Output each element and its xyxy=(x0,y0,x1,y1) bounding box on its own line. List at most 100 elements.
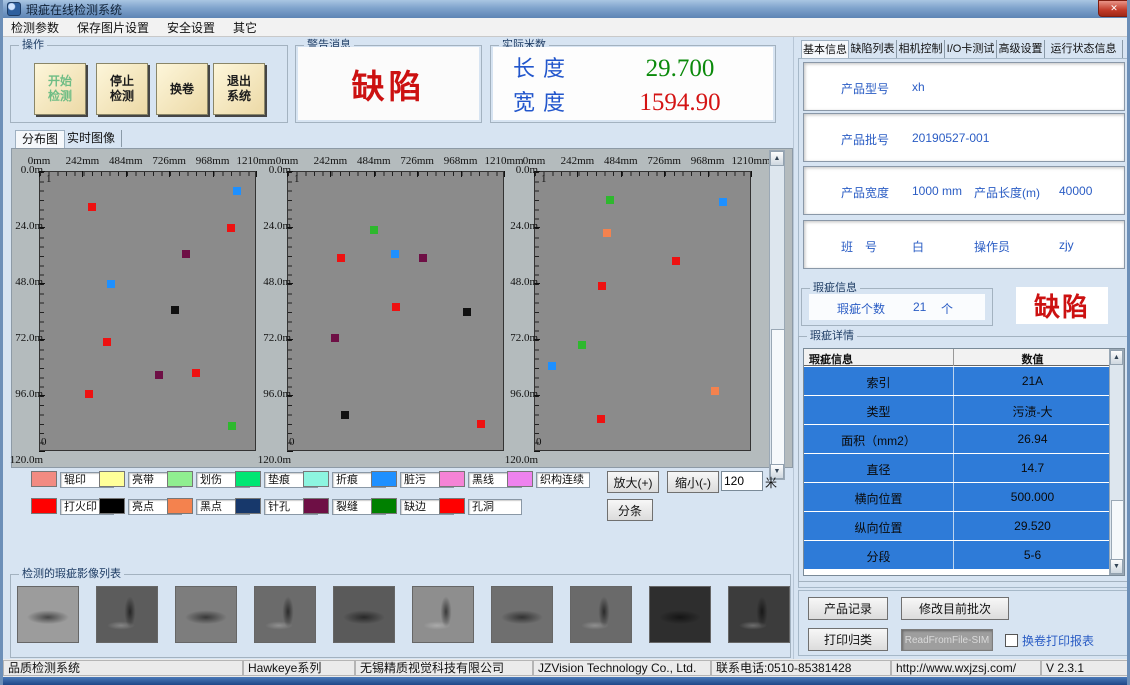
y-tick-label: 96.0m xyxy=(251,388,291,400)
y-major-tick xyxy=(287,283,293,284)
product-record-button[interactable]: 产品记录 xyxy=(808,597,888,620)
plot-corner-label-bottom: 0 xyxy=(41,436,47,448)
reprint-checkbox[interactable] xyxy=(1005,634,1018,647)
defect-thumbnail-6[interactable] xyxy=(491,586,553,643)
y-tick-label: 24.0m xyxy=(498,220,538,232)
defect-thumbnail-2[interactable] xyxy=(175,586,237,643)
status-bar: 品质检测系统Hawkeye系列无锡精质视觉科技有限公司JZVision Tech… xyxy=(3,659,1130,677)
defect-thumbnail-7[interactable] xyxy=(570,586,632,643)
defect-point xyxy=(227,224,235,232)
plot-scrollbar[interactable]: ▲ ▼ xyxy=(769,150,785,480)
title-bar[interactable]: 瑕疵在线检测系统 ✕ xyxy=(3,0,1130,18)
right-tab-4[interactable]: 高级设置 xyxy=(997,40,1045,58)
x-major-tick xyxy=(461,171,462,177)
op-button-0[interactable]: 开始 检测 xyxy=(34,63,86,115)
x-major-tick xyxy=(169,171,170,177)
defect-thumbnail-5[interactable] xyxy=(412,586,474,643)
table-row[interactable]: 面积（mm2）26.94 xyxy=(804,425,1111,453)
detail-row-label: 直径 xyxy=(804,461,953,478)
warning-text: 缺陷 xyxy=(352,60,426,108)
y-tick-label: 0.0m xyxy=(3,164,43,176)
op-button-3[interactable]: 退出 系统 xyxy=(213,63,265,115)
table-scrollbar[interactable]: ▲ ▼ xyxy=(1109,349,1124,575)
plot-corner-label-bottom: 0 xyxy=(536,436,542,448)
y-major-tick xyxy=(39,171,45,172)
defect-thumbnail-1[interactable] xyxy=(96,586,158,643)
menu-item-3[interactable]: 其它 xyxy=(233,19,257,36)
info-label: 操作员 xyxy=(974,238,1010,255)
table-row[interactable]: 横向位置500.000 xyxy=(804,483,1111,511)
distribution-plot-area: 100mm242mm484mm726mm968mm1210mm0.0m24.0m… xyxy=(11,148,793,468)
table-row[interactable]: 分段5-6 xyxy=(804,541,1111,569)
scatter-plot-3[interactable] xyxy=(534,171,751,451)
defect-point xyxy=(228,422,236,430)
table-row[interactable]: 索引21A xyxy=(804,367,1111,395)
table-row[interactable]: 纵向位置29.520 xyxy=(804,512,1111,540)
defect-point xyxy=(155,371,163,379)
table-row[interactable]: 直径14.7 xyxy=(804,454,1111,482)
menu-item-2[interactable]: 安全设置 xyxy=(167,19,215,36)
plot-scroll-up-icon[interactable]: ▲ xyxy=(770,151,784,166)
scatter-plot-2[interactable] xyxy=(287,171,504,451)
op-button-2[interactable]: 换卷 xyxy=(156,63,208,115)
operation-group: 操作 开始 检测停止 检测换卷退出 系统 xyxy=(10,45,288,123)
plot-scrollbar-thumb[interactable] xyxy=(771,329,785,465)
zoom-out-button[interactable]: 缩小(-) xyxy=(667,471,719,493)
plot-corner-label-bottom: 0 xyxy=(289,436,295,448)
defect-thumbnail-9[interactable] xyxy=(728,586,790,643)
table-row[interactable]: 类型污渍-大 xyxy=(804,396,1111,424)
defect-detail-group-label: 瑕疵详情 xyxy=(807,329,857,343)
right-tab-2[interactable]: 相机控制 xyxy=(897,40,945,58)
y-major-tick xyxy=(39,451,45,452)
length-value: 29.700 xyxy=(605,55,755,83)
defect-point xyxy=(548,362,556,370)
split-button[interactable]: 分条 xyxy=(607,499,653,521)
detail-row-label: 索引 xyxy=(804,374,953,391)
modify-batch-button[interactable]: 修改目前批次 xyxy=(901,597,1009,620)
detail-row-label: 横向位置 xyxy=(804,490,953,507)
right-tab-1[interactable]: 缺陷列表 xyxy=(849,40,897,58)
right-tab-0[interactable]: 基本信息 xyxy=(801,40,849,58)
defect-thumbnail-4[interactable] xyxy=(333,586,395,643)
view-tab-0[interactable]: 分布图 xyxy=(15,130,65,148)
defect-count-unit: 个 xyxy=(941,300,953,317)
x-ticks xyxy=(288,172,503,176)
table-scroll-up-icon[interactable]: ▲ xyxy=(1110,350,1123,365)
y-tick-label: 120.0m xyxy=(3,454,43,466)
defect-thumbnail-0[interactable] xyxy=(17,586,79,643)
table-scroll-down-icon[interactable]: ▼ xyxy=(1110,559,1123,574)
op-button-1[interactable]: 停止 检测 xyxy=(96,63,148,115)
x-major-tick xyxy=(126,171,127,177)
defect-thumbnail-3[interactable] xyxy=(254,586,316,643)
operation-group-label: 操作 xyxy=(19,38,47,52)
defect-info-group-label: 瑕疵信息 xyxy=(810,281,860,295)
legend-swatch-织构连续 xyxy=(507,471,533,487)
detail-header-value: 数值 xyxy=(954,351,1111,367)
defect-point xyxy=(672,257,680,265)
print-classify-button[interactable]: 打印归类 xyxy=(808,628,888,651)
taskbar-strip xyxy=(3,677,1130,685)
table-scrollbar-thumb[interactable] xyxy=(1111,500,1124,560)
defect-point xyxy=(85,390,93,398)
app-window: 瑕疵在线检测系统 ✕ 检测参数 保存图片设置 安全设置 其它 操作 开始 检测停止 检… xyxy=(0,0,1130,685)
info-value: xh xyxy=(912,80,925,94)
y-tick-label: 48.0m xyxy=(498,276,538,288)
y-tick-label: 120.0m xyxy=(251,454,291,466)
zoom-in-button[interactable]: 放大(+) xyxy=(607,471,659,493)
defect-point xyxy=(331,334,339,342)
status-segment-1: Hawkeye系列 xyxy=(243,660,355,676)
right-tab-3[interactable]: I/O卡测试 xyxy=(945,40,997,58)
defect-point xyxy=(463,308,471,316)
defect-thumbnail-8[interactable] xyxy=(649,586,711,643)
y-major-tick xyxy=(287,171,293,172)
y-ticks xyxy=(288,172,292,450)
length-input[interactable] xyxy=(721,471,763,491)
view-tab-1[interactable]: 实时图像 xyxy=(61,130,122,147)
defect-point xyxy=(477,420,485,428)
scatter-plot-1[interactable] xyxy=(39,171,256,451)
close-button[interactable]: ✕ xyxy=(1098,0,1130,17)
menu-item-0[interactable]: 检测参数 xyxy=(11,19,59,36)
right-tab-5[interactable]: 运行状态信息 xyxy=(1045,40,1123,58)
menu-item-1[interactable]: 保存图片设置 xyxy=(77,19,149,36)
y-tick-label: 48.0m xyxy=(251,276,291,288)
